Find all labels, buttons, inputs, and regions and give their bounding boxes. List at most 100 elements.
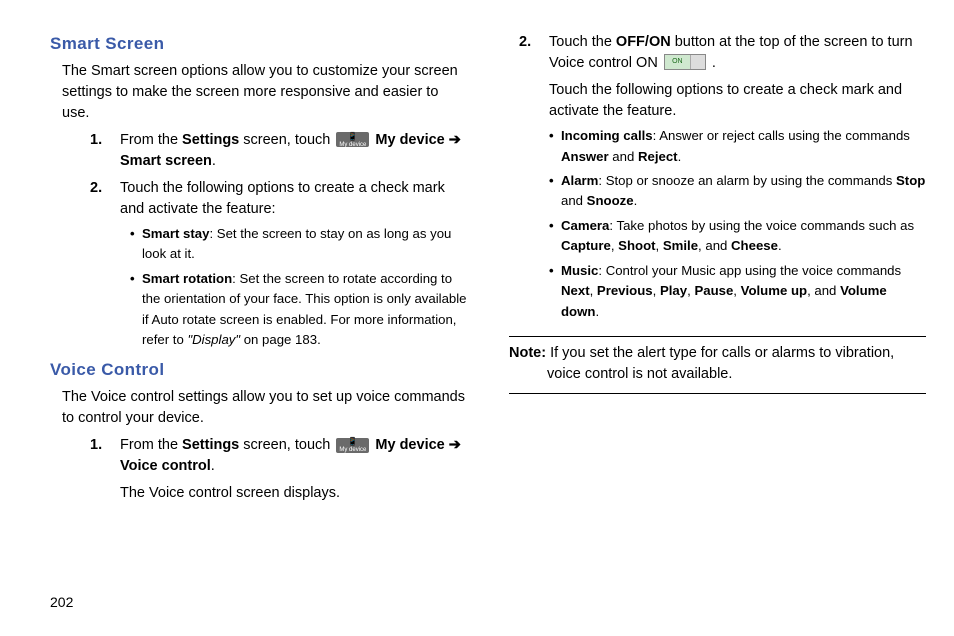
step-number: 2. <box>90 178 102 199</box>
step-text: From the Settings screen, touch 📱My devi… <box>120 132 461 169</box>
phone-icon: 📱 <box>348 438 358 446</box>
settings-word: Settings <box>182 132 239 148</box>
t: Stop <box>896 173 925 188</box>
my-device-word: My device <box>375 132 448 148</box>
step-text: Touch the OFF/ON button at the top of th… <box>549 34 913 71</box>
t: and <box>561 193 587 208</box>
ss-feature-list: Smart stay: Set the screen to stay on as… <box>130 224 467 351</box>
t: Music <box>561 263 598 278</box>
ss-step-1: 1. From the Settings screen, touch 📱My d… <box>90 130 467 172</box>
t: : Stop or snooze an alarm by using the c… <box>598 173 896 188</box>
voice-control-steps: 1. From the Settings screen, touch 📱My d… <box>90 435 467 504</box>
t: Next <box>561 283 590 298</box>
t: : Answer or reject calls using the comma… <box>653 128 910 143</box>
ss-feature-smart-stay: Smart stay: Set the screen to stay on as… <box>130 224 467 265</box>
t: . <box>712 55 716 71</box>
t: Cheese <box>731 238 778 253</box>
vc-feature-list: Incoming calls: Answer or reject calls u… <box>549 126 926 322</box>
t: , and <box>698 238 731 253</box>
note-label: Note: <box>509 345 546 361</box>
page-number: 202 <box>50 594 73 610</box>
t: . <box>634 193 638 208</box>
step-text: Touch the following options to create a … <box>120 180 445 217</box>
t: , <box>656 238 663 253</box>
t: Camera <box>561 218 609 233</box>
t: . <box>778 238 782 253</box>
vc-step-1: 1. From the Settings screen, touch 📱My d… <box>90 435 467 504</box>
t: Smart rotation <box>142 271 232 286</box>
t: Alarm <box>561 173 598 188</box>
t: . <box>678 149 682 164</box>
my-device-word: My device <box>375 437 448 453</box>
vc-step-1-after: The Voice control screen displays. <box>120 483 467 504</box>
smart-screen-heading: Smart Screen <box>50 32 467 57</box>
t: Smart stay <box>142 226 209 241</box>
icon-label: My device <box>339 142 366 148</box>
manual-page: Smart Screen The Smart screen options al… <box>0 0 954 636</box>
t: Answer <box>561 149 609 164</box>
vc-feature-camera: Camera: Take photos by using the voice c… <box>549 216 926 257</box>
vc-step-2-after: Touch the following options to create a … <box>549 80 926 122</box>
left-column: Smart Screen The Smart screen options al… <box>50 32 467 636</box>
t: Previous <box>597 283 653 298</box>
settings-word: Settings <box>182 437 239 453</box>
t: , <box>590 283 597 298</box>
voice-control-steps-cont: 2. Touch the OFF/ON button at the top of… <box>519 32 926 322</box>
t: Pause <box>694 283 733 298</box>
t: . <box>595 304 599 319</box>
t: , <box>653 283 660 298</box>
t: Capture <box>561 238 611 253</box>
t: . <box>211 458 215 474</box>
t: Touch the <box>549 34 616 50</box>
on-toggle-icon: ON <box>664 54 706 70</box>
t: Snooze <box>587 193 634 208</box>
voice-control-word: Voice control <box>120 458 211 474</box>
note-rule-top <box>509 336 926 337</box>
note-text: Note: If you set the alert type for call… <box>509 343 926 385</box>
note-block: Note: If you set the alert type for call… <box>509 336 926 394</box>
t: and <box>609 149 638 164</box>
display-ref: "Display" <box>187 332 240 347</box>
t: Shoot <box>618 238 655 253</box>
ss-step-2: 2. Touch the following options to create… <box>90 178 467 351</box>
step-text: From the Settings screen, touch 📱My devi… <box>120 437 461 474</box>
t: Reject <box>638 149 678 164</box>
step-number: 2. <box>519 32 531 53</box>
toggle-handle-icon <box>690 55 705 69</box>
t: Smile <box>663 238 698 253</box>
t: . <box>212 153 216 169</box>
t: : Control your Music app using the voice… <box>598 263 901 278</box>
right-column: 2. Touch the OFF/ON button at the top of… <box>509 32 926 636</box>
t: From the <box>120 437 182 453</box>
t: From the <box>120 132 182 148</box>
ss-feature-smart-rotation: Smart rotation: Set the screen to rotate… <box>130 269 467 351</box>
on-label: ON <box>665 55 690 69</box>
off-on-word: OFF/ON <box>616 34 671 50</box>
vc-feature-music: Music: Control your Music app using the … <box>549 261 926 322</box>
vc-feature-alarm: Alarm: Stop or snooze an alarm by using … <box>549 171 926 212</box>
vc-step-2: 2. Touch the OFF/ON button at the top of… <box>519 32 926 322</box>
step-number: 1. <box>90 130 102 151</box>
t: Play <box>660 283 687 298</box>
t: screen, touch <box>239 132 334 148</box>
smart-screen-steps: 1. From the Settings screen, touch 📱My d… <box>90 130 467 351</box>
arrow-icon: ➔ <box>449 437 461 453</box>
voice-control-intro: The Voice control settings allow you to … <box>62 387 467 429</box>
t: , <box>733 283 740 298</box>
t: Volume up <box>741 283 807 298</box>
t: : Take photos by using the voice command… <box>609 218 914 233</box>
t: on page 183. <box>240 332 321 347</box>
t: screen, touch <box>239 437 334 453</box>
note-rule-bottom <box>509 393 926 394</box>
smart-screen-word: Smart screen <box>120 153 212 169</box>
my-device-icon: 📱My device <box>336 132 369 147</box>
smart-screen-intro: The Smart screen options allow you to cu… <box>62 61 467 124</box>
icon-label: My device <box>339 447 366 453</box>
note-content: If you set the alert type for calls or a… <box>546 345 894 382</box>
step-number: 1. <box>90 435 102 456</box>
phone-icon: 📱 <box>348 133 358 141</box>
arrow-icon: ➔ <box>449 132 461 148</box>
my-device-icon: 📱My device <box>336 438 369 453</box>
voice-control-heading: Voice Control <box>50 358 467 383</box>
t: , and <box>807 283 840 298</box>
